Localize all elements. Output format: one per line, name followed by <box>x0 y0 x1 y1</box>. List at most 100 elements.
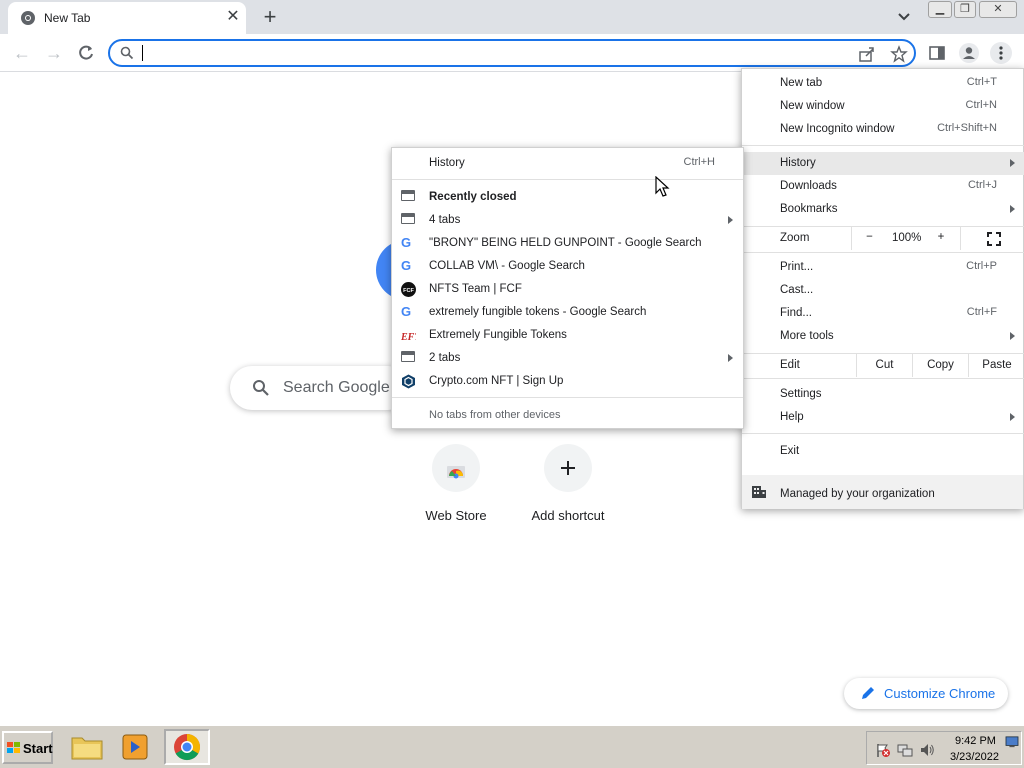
menu-item-shortcut: Ctrl+P <box>966 260 997 272</box>
reload-icon[interactable] <box>75 42 97 64</box>
history-item[interactable]: G COLLAB VM\ - Google Search <box>392 255 743 278</box>
cut-button[interactable]: Cut <box>856 354 912 377</box>
search-icon <box>253 380 269 396</box>
menu-item-cast[interactable]: Cast... <box>742 279 1024 302</box>
taskbar: Start 9:42 PM 3/23/2022 <box>0 725 1024 768</box>
menu-item-label: Bookmarks <box>780 203 838 215</box>
taskbar-media-player[interactable] <box>112 729 158 765</box>
close-tab-icon[interactable]: ✕ <box>224 8 242 26</box>
tabs-icon <box>401 351 416 366</box>
taskbar-explorer[interactable] <box>64 729 110 765</box>
zoom-out-button[interactable]: − <box>851 227 887 250</box>
svg-text:EFT: EFT <box>401 332 416 343</box>
add-shortcut-tile <box>544 444 592 492</box>
history-item-label: Extremely Fungible Tokens <box>429 329 567 341</box>
customize-chrome-button[interactable]: Customize Chrome <box>844 678 1008 709</box>
menu-item-print[interactable]: Print... Ctrl+P <box>742 256 1024 279</box>
menu-item-edit: Edit Cut Copy Paste <box>742 354 1024 377</box>
menu-item-history[interactable]: History <box>742 152 1024 175</box>
menu-item-label: Help <box>780 411 804 423</box>
shortcut-label: Add shortcut <box>531 508 605 523</box>
show-desktop-icon[interactable] <box>1005 736 1019 748</box>
web-store-icon <box>447 466 465 479</box>
clock-time: 9:42 PM <box>955 735 996 747</box>
profile-avatar-icon[interactable] <box>958 42 980 64</box>
history-item-label: 4 tabs <box>429 214 461 226</box>
address-input[interactable] <box>140 44 840 62</box>
plus-icon <box>561 461 575 475</box>
paste-button[interactable]: Paste <box>968 354 1024 377</box>
new-tab-button[interactable]: + <box>258 6 282 30</box>
history-item[interactable]: FCF NFTS Team | FCF <box>392 278 743 301</box>
tab-new-tab[interactable]: New Tab ✕ <box>8 2 246 34</box>
clock-date: 3/23/2022 <box>950 751 999 763</box>
fullscreen-button[interactable] <box>960 227 1024 250</box>
shortcut-add[interactable]: Add shortcut <box>513 442 623 542</box>
ntp-search-box[interactable]: Search Google <box>230 366 410 410</box>
building-icon <box>752 486 766 498</box>
menu-item-label: Edit <box>780 359 800 371</box>
action-center-flag-icon[interactable] <box>875 742 891 758</box>
shortcut-web-store[interactable]: Web Store <box>401 442 511 542</box>
address-bar[interactable] <box>108 39 916 67</box>
history-item[interactable]: G extremely fungible tokens - Google Sea… <box>392 301 743 324</box>
submenu-arrow-icon <box>1010 205 1015 213</box>
history-item-full-history[interactable]: History Ctrl+H <box>392 152 743 175</box>
zoom-in-button[interactable]: + <box>930 231 952 243</box>
menu-separator <box>392 179 743 180</box>
start-label: Start <box>23 741 53 756</box>
menu-item-downloads[interactable]: Downloads Ctrl+J <box>742 175 1024 198</box>
menu-item-label: Find... <box>780 307 812 319</box>
menu-item-shortcut: Ctrl+N <box>965 99 997 111</box>
svg-text:FCF: FCF <box>403 288 414 294</box>
search-icon <box>120 46 134 60</box>
side-panel-icon[interactable] <box>926 42 948 64</box>
bookmark-star-icon[interactable] <box>890 45 908 63</box>
menu-item-label: Downloads <box>780 180 837 192</box>
history-item-label: extremely fungible tokens - Google Searc… <box>429 306 647 318</box>
pencil-icon <box>862 687 874 699</box>
history-item[interactable]: 4 tabs <box>392 209 743 232</box>
menu-item-settings[interactable]: Settings <box>742 383 1024 406</box>
taskbar-chrome[interactable] <box>164 729 210 765</box>
menu-item-more-tools[interactable]: More tools <box>742 325 1024 348</box>
menu-item-label: Settings <box>780 388 822 400</box>
menu-separator <box>392 397 743 398</box>
menu-item-label: Print... <box>780 261 814 273</box>
menu-item-label: New Incognito window <box>780 123 895 135</box>
copy-button[interactable]: Copy <box>912 354 968 377</box>
history-item[interactable]: 2 tabs <box>392 347 743 370</box>
volume-icon[interactable] <box>919 742 935 758</box>
menu-item-shortcut: Ctrl+T <box>966 76 997 88</box>
menu-item-exit[interactable]: Exit <box>742 440 1024 463</box>
menu-item-new-tab[interactable]: New tab Ctrl+T <box>742 72 1024 95</box>
menu-item-shortcut: Ctrl+F <box>966 306 997 318</box>
menu-separator <box>742 252 1024 253</box>
chevron-down-icon[interactable] <box>894 8 914 26</box>
network-icon[interactable] <box>897 742 913 758</box>
submenu-arrow-icon <box>1010 159 1015 167</box>
shortcut-label: Web Store <box>425 508 487 523</box>
forward-button[interactable]: → <box>43 42 65 64</box>
history-item[interactable]: G "BRONY" BEING HELD GUNPOINT - Google S… <box>392 232 743 255</box>
menu-item-new-incognito[interactable]: New Incognito window Ctrl+Shift+N <box>742 118 1024 141</box>
close-window-button[interactable]: ✕ <box>979 1 1017 18</box>
menu-item-new-window[interactable]: New window Ctrl+N <box>742 95 1024 118</box>
info-text: No tabs from other devices <box>429 409 561 421</box>
menu-item-bookmarks[interactable]: Bookmarks <box>742 198 1024 221</box>
history-item[interactable]: EFT Extremely Fungible Tokens <box>392 324 743 347</box>
system-tray: 9:42 PM 3/23/2022 <box>866 731 1022 765</box>
share-icon[interactable] <box>858 45 876 63</box>
menu-item-find[interactable]: Find... Ctrl+F <box>742 302 1024 325</box>
menu-item-help[interactable]: Help <box>742 406 1024 429</box>
history-item[interactable]: Crypto.com NFT | Sign Up <box>392 370 743 393</box>
kebab-menu-icon[interactable] <box>990 42 1012 64</box>
restore-button[interactable]: ❐ <box>954 1 976 18</box>
managed-by-org[interactable]: Managed by your organization <box>742 475 1023 509</box>
toolbar: ← → <box>0 34 1024 72</box>
minimize-button[interactable]: ▁ <box>928 1 952 18</box>
start-button[interactable]: Start <box>2 731 53 764</box>
folder-icon <box>71 737 103 760</box>
history-item-label: NFTS Team | FCF <box>429 283 522 295</box>
back-button[interactable]: ← <box>11 42 33 64</box>
